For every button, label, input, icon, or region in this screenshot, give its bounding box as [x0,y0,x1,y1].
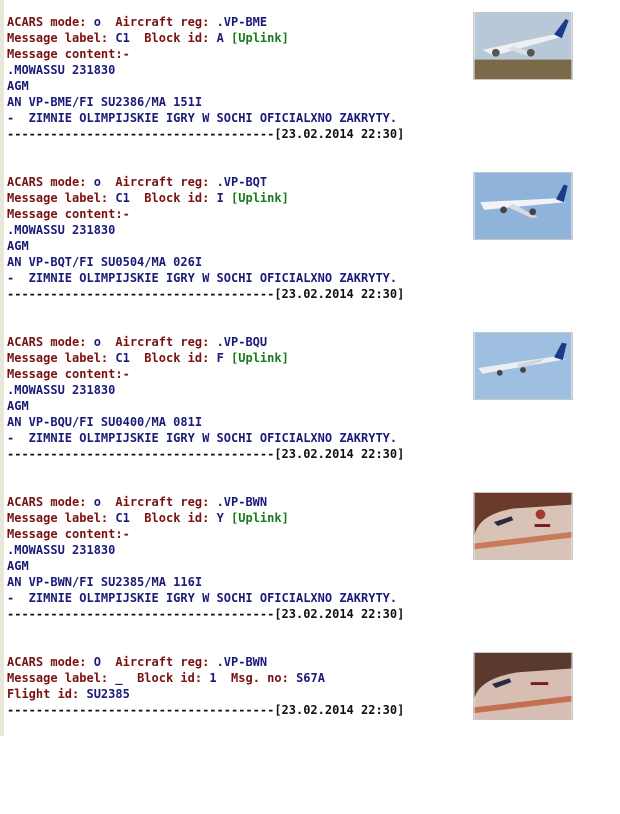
msg-no-label: Msg. no: [231,671,289,685]
timestamp: [23.02.2014 22:30] [274,447,405,461]
message-label-value: C1 [115,191,130,205]
acars-message: ACARS mode: O Aircraft reg: .VP-BWN Mess… [7,652,617,814]
block-value: F [216,351,224,365]
reg-value: .VP-BWN [216,495,268,509]
mode-label: ACARS mode: [7,15,87,29]
reg-label: Aircraft reg: [115,655,210,669]
aircraft-photo-icon [474,333,572,399]
mode-value: o [93,15,101,29]
uplink-badge: [Uplink] [231,511,289,525]
mode-value: o [93,495,101,509]
message-label-label: Message label: [7,351,109,365]
aircraft-photo[interactable] [473,332,573,400]
content-line: AGM [7,79,29,93]
timestamp: [23.02.2014 22:30] [274,287,405,301]
reg-value: .VP-BQU [216,335,268,349]
content-line: AN VP-BWN/FI SU2385/MA 116I [7,575,203,589]
aircraft-photo[interactable] [473,492,573,560]
flight-id-label: Flight id: [7,687,80,701]
content-line: AN VP-BQT/FI SU0504/MA 026I [7,255,203,269]
acars-message: ACARS mode: o Aircraft reg: .VP-BME Mess… [7,12,617,174]
aircraft-photo[interactable] [473,652,573,720]
block-value: I [216,191,224,205]
block-label: Block id: [137,671,203,685]
acars-message: ACARS mode: o Aircraft reg: .VP-BQU Mess… [7,332,617,494]
acars-message: ACARS mode: o Aircraft reg: .VP-BWN Mess… [7,492,617,654]
mode-value: o [93,175,101,189]
message-label-value: C1 [115,31,130,45]
reg-value: .VP-BQT [216,175,268,189]
reg-label: Aircraft reg: [115,335,210,349]
separator: ------------------------------------- [7,607,275,621]
timestamp: [23.02.2014 22:30] [274,607,405,621]
block-label: Block id: [144,351,210,365]
timestamp: [23.02.2014 22:30] [274,703,405,717]
aircraft-photo-icon [474,653,572,719]
content-line: AGM [7,239,29,253]
content-line: AGM [7,559,29,573]
timestamp: [23.02.2014 22:30] [274,127,405,141]
flight-id-value: SU2385 [86,687,130,701]
block-value: Y [216,511,224,525]
reg-value: .VP-BME [216,15,268,29]
msg-no-value: S67A [296,671,325,685]
message-label-value: C1 [115,351,130,365]
block-label: Block id: [144,191,210,205]
block-label: Block id: [144,511,210,525]
mode-value: o [93,335,101,349]
uplink-badge: [Uplink] [231,191,289,205]
message-label-label: Message label: [7,31,109,45]
aircraft-photo-icon [474,173,572,239]
content-line: AGM [7,399,29,413]
uplink-badge: [Uplink] [231,351,289,365]
content-line: - ZIMNIE OLIMPIJSKIE IGRY W SOCHI OFICIA… [7,591,398,605]
acars-feed: ACARS mode: o Aircraft reg: .VP-BME Mess… [7,12,617,814]
message-label-label: Message label: [7,671,109,685]
mode-label: ACARS mode: [7,495,87,509]
aircraft-photo[interactable] [473,12,573,80]
aircraft-photo-icon [474,493,572,559]
content-line: - ZIMNIE OLIMPIJSKIE IGRY W SOCHI OFICIA… [7,271,398,285]
mode-label: ACARS mode: [7,655,87,669]
content-line: - ZIMNIE OLIMPIJSKIE IGRY W SOCHI OFICIA… [7,111,398,125]
content-line: AN VP-BME/FI SU2386/MA 151I [7,95,203,109]
message-label-label: Message label: [7,511,109,525]
reg-label: Aircraft reg: [115,175,210,189]
separator: ------------------------------------- [7,703,275,717]
separator: ------------------------------------- [7,127,275,141]
mode-label: ACARS mode: [7,335,87,349]
message-label-value: _ [115,671,123,685]
reg-label: Aircraft reg: [115,15,210,29]
content-line: - ZIMNIE OLIMPIJSKIE IGRY W SOCHI OFICIA… [7,431,398,445]
block-value: 1 [209,671,217,685]
content-line: AN VP-BQU/FI SU0400/MA 081I [7,415,203,429]
reg-value: .VP-BWN [216,655,268,669]
reg-label: Aircraft reg: [115,495,210,509]
mode-label: ACARS mode: [7,175,87,189]
mode-value: O [93,655,101,669]
aircraft-photo[interactable] [473,172,573,240]
block-value: A [216,31,224,45]
left-border [0,0,4,736]
message-label-label: Message label: [7,191,109,205]
message-label-value: C1 [115,511,130,525]
separator: ------------------------------------- [7,287,275,301]
aircraft-photo-icon [474,13,572,79]
block-label: Block id: [144,31,210,45]
separator: ------------------------------------- [7,447,275,461]
uplink-badge: [Uplink] [231,31,289,45]
acars-message: ACARS mode: o Aircraft reg: .VP-BQT Mess… [7,172,617,334]
